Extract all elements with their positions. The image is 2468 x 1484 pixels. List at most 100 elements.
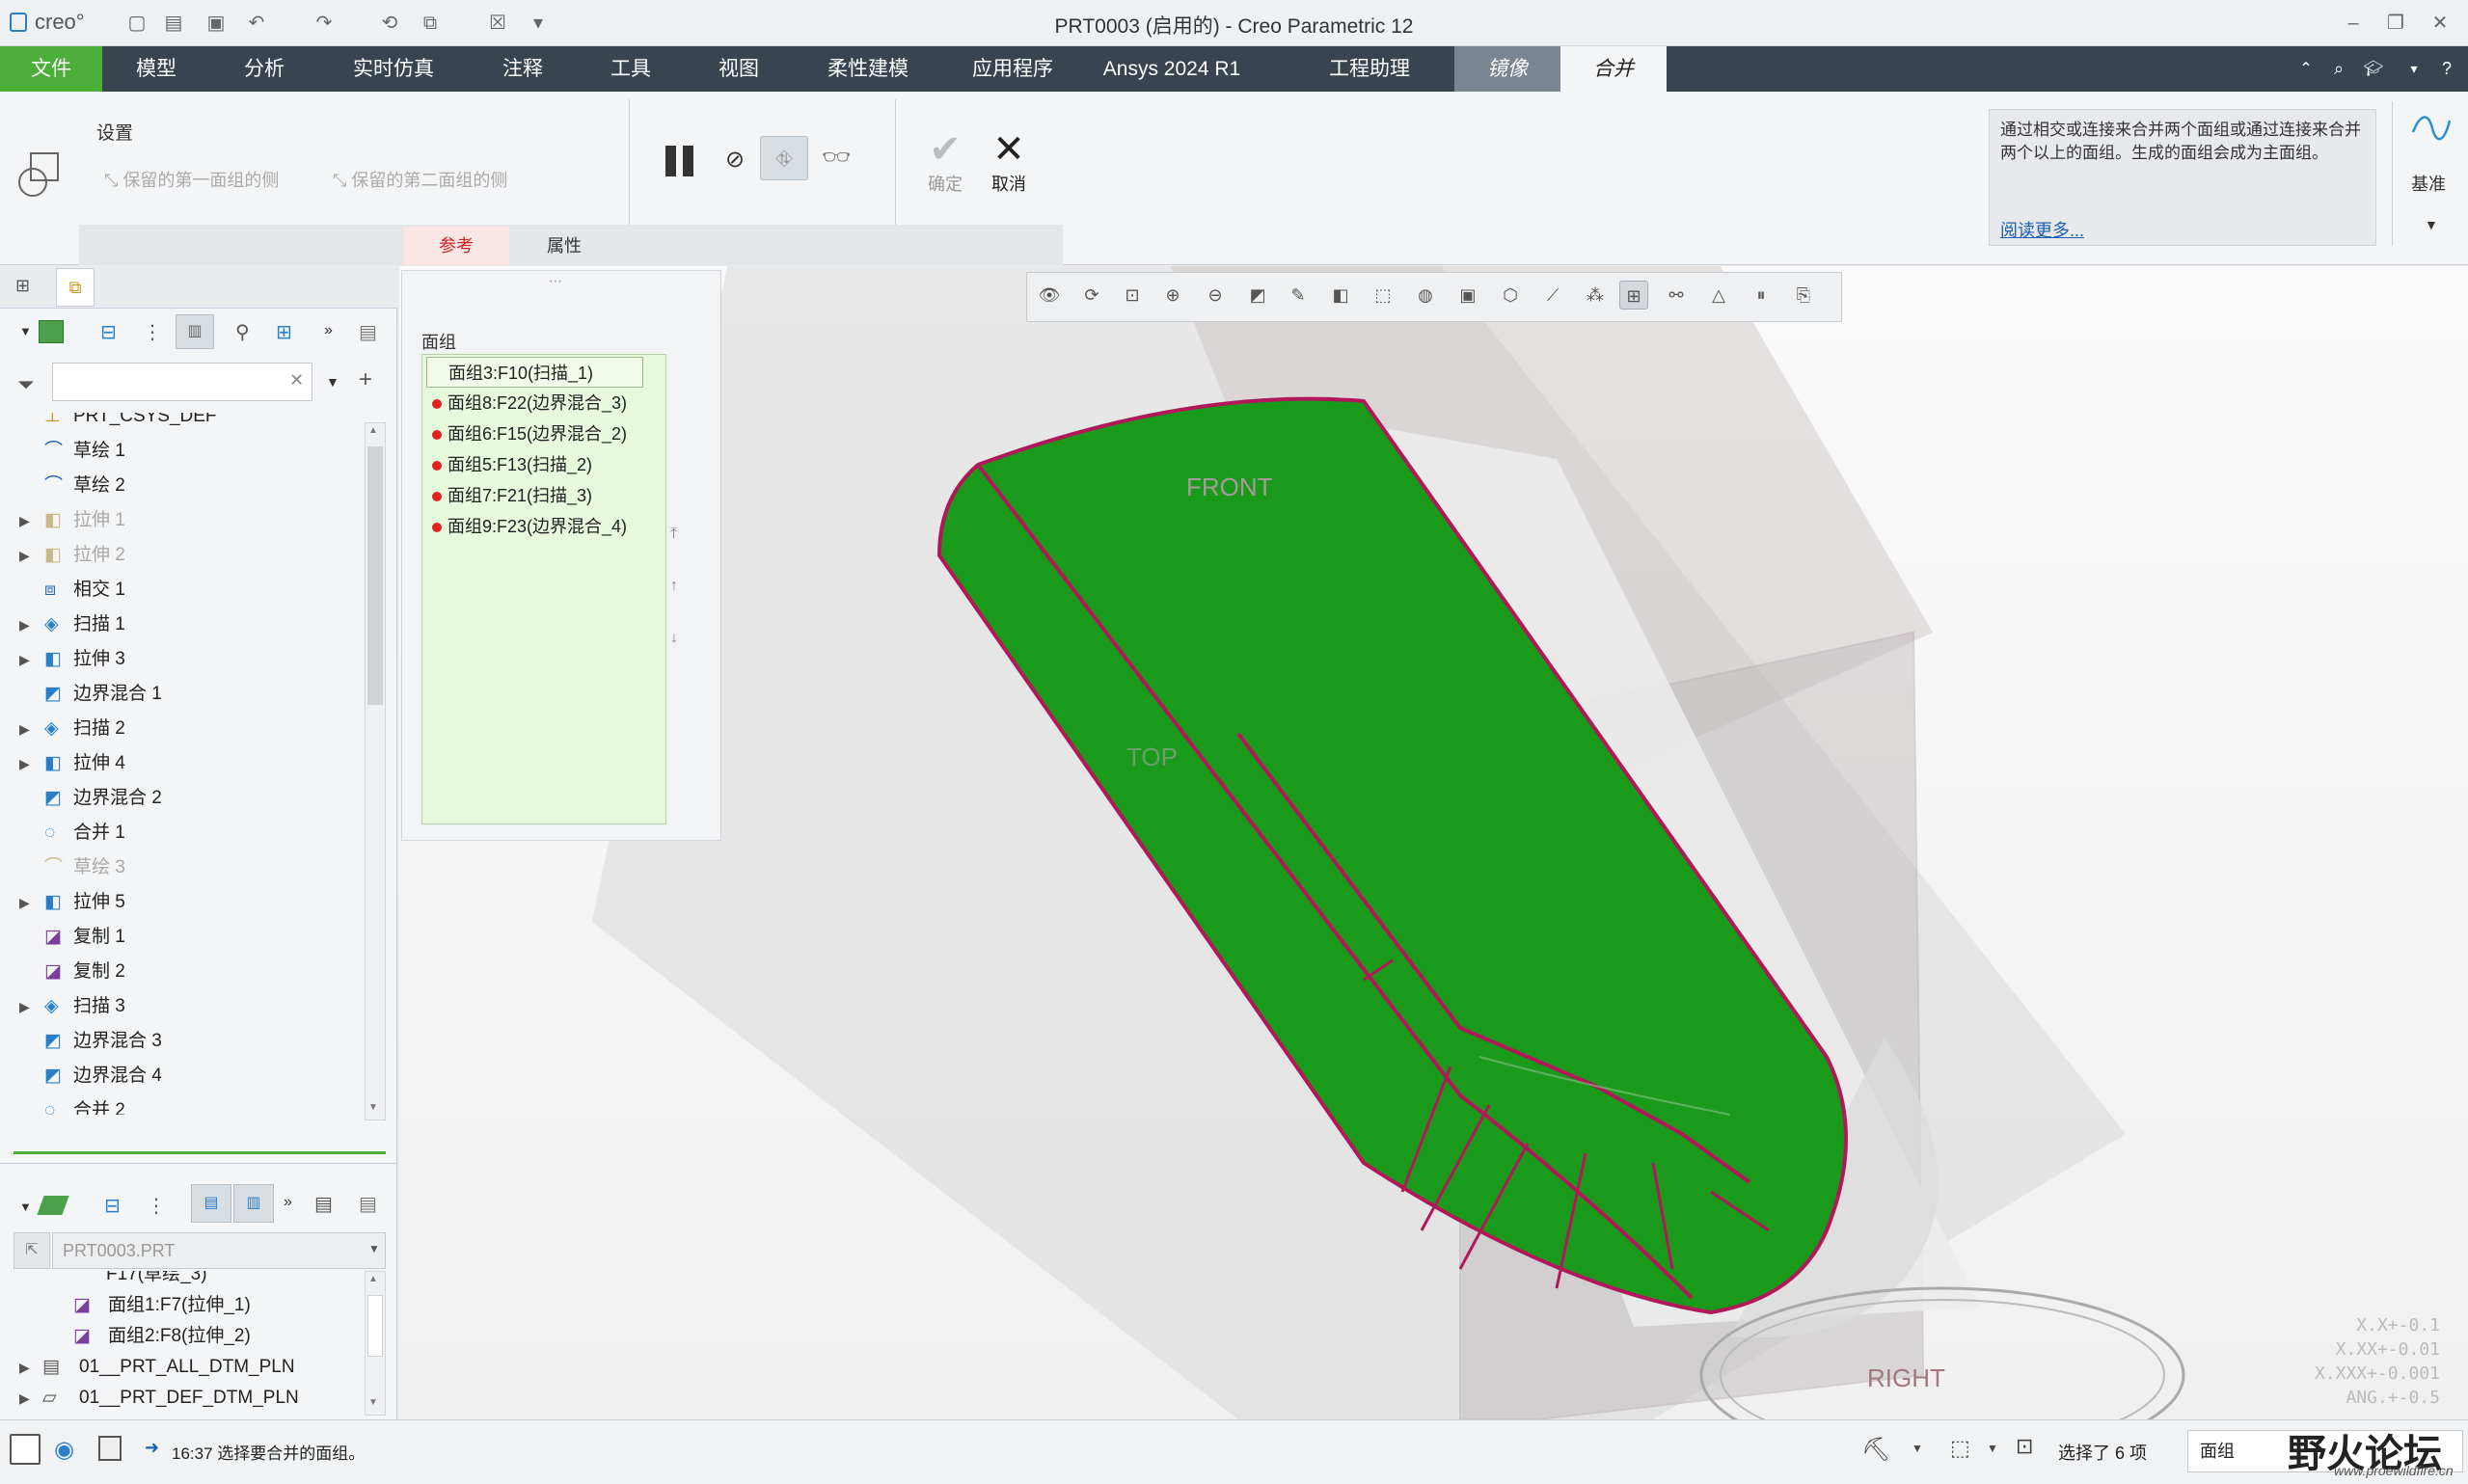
- tree-columns-icon[interactable]: ⋮: [143, 320, 162, 344]
- selected-items-icon[interactable]: ⊡: [2016, 1434, 2033, 1459]
- perspective-icon[interactable]: ◍: [1411, 281, 1440, 310]
- plane-label-right[interactable]: RIGHT: [1867, 1363, 1945, 1393]
- browser-icon[interactable]: ◉: [54, 1436, 74, 1464]
- layer-show-icon[interactable]: ▤: [191, 1184, 231, 1223]
- more-icon[interactable]: »: [324, 322, 333, 339]
- no-preview-icon[interactable]: ⊘: [725, 146, 745, 174]
- keep-first-side-button[interactable]: ⤡ 保留的第一面组的侧: [104, 167, 279, 192]
- geometry-preview-icon[interactable]: ⛗: [760, 136, 808, 180]
- plane-label-top[interactable]: TOP: [1126, 742, 1178, 772]
- cancel-button[interactable]: ✕ 取消: [980, 128, 1038, 196]
- move-down-icon[interactable]: ↓: [670, 630, 678, 647]
- menu-analysis[interactable]: 分析: [218, 46, 311, 92]
- view-manager-icon[interactable]: ⬚: [1369, 281, 1397, 310]
- point-display-icon[interactable]: △: [1704, 281, 1733, 310]
- expand-icon[interactable]: ▶: [19, 989, 30, 1024]
- chevron-down-icon[interactable]: ▼: [1987, 1442, 1998, 1455]
- minimize-icon[interactable]: –: [2342, 12, 2365, 35]
- quilts-collector[interactable]: 面组3:F10(扫描_1) 面组8:F22(边界混合_3) 面组6:F15(边界混合…: [421, 354, 666, 824]
- csys-display-icon[interactable]: ⊞: [1619, 281, 1648, 310]
- insert-indicator[interactable]: [14, 1151, 386, 1154]
- regen-view-icon[interactable]: ⎘: [1789, 281, 1818, 310]
- expand-icon[interactable]: ▶: [19, 607, 30, 642]
- more-icon[interactable]: »: [284, 1194, 292, 1211]
- tree-search-input[interactable]: [52, 363, 312, 401]
- help-icon[interactable]: ?: [2432, 46, 2461, 92]
- refit-icon[interactable]: ⟳: [1077, 281, 1106, 310]
- menu-flexible-modeling[interactable]: 柔性建模: [810, 46, 926, 92]
- section-icon[interactable]: ▣: [1453, 281, 1482, 310]
- search-dropdown-icon[interactable]: ▼: [326, 374, 339, 390]
- settings-doc-icon[interactable]: ▤: [359, 320, 377, 344]
- keep-second-side-button[interactable]: ⤡ 保留的第二面组的侧: [333, 167, 507, 192]
- menu-engineering-assistant[interactable]: 工程助理: [1273, 46, 1466, 92]
- quilt-reference-item[interactable]: 面组9:F23(边界混合_4): [426, 511, 643, 542]
- expand-icon[interactable]: ▶: [19, 885, 30, 920]
- collapse-ribbon-icon[interactable]: ⌃: [2292, 46, 2320, 92]
- plane-display-icon[interactable]: ⟋: [1538, 281, 1567, 310]
- expand-icon[interactable]: ▶: [19, 503, 30, 538]
- quilt-reference-item[interactable]: 面组7:F21(扫描_3): [426, 480, 643, 511]
- layer-scrollbar[interactable]: ▲ ▼: [365, 1271, 386, 1416]
- tree-scrollbar[interactable]: ▲ ▼: [365, 422, 386, 1120]
- add-icon[interactable]: +: [359, 366, 372, 393]
- box-select-icon[interactable]: ⬚: [1950, 1436, 1970, 1461]
- repaint-icon[interactable]: ◩: [1243, 281, 1272, 310]
- select-arrow-icon[interactable]: ⇱: [14, 1232, 50, 1269]
- datum-label[interactable]: 基准: [2411, 171, 2446, 196]
- pause-icon[interactable]: [662, 142, 698, 180]
- cube-icon[interactable]: ⬡: [1496, 281, 1525, 310]
- verify-glasses-icon[interactable]: 👓︎: [822, 144, 851, 172]
- datum-icon[interactable]: [2409, 107, 2452, 149]
- filter-tree-icon[interactable]: ⚲: [235, 320, 250, 344]
- model-select-dropdown[interactable]: PRT0003.PRT: [52, 1232, 386, 1269]
- menu-ansys[interactable]: Ansys 2024 R1: [1099, 46, 1244, 92]
- scrollbar-thumb[interactable]: [367, 1295, 383, 1357]
- scroll-up-icon[interactable]: ▲: [368, 425, 378, 436]
- panel-grip[interactable]: ⋯: [549, 273, 562, 289]
- plane-label-front[interactable]: FRONT: [1186, 472, 1273, 502]
- find-icon[interactable]: ⛏︎: [1861, 1436, 1890, 1464]
- scrollbar-thumb[interactable]: [367, 446, 383, 705]
- model-tree-tab-icon[interactable]: ⊞: [15, 276, 30, 296]
- layer-settings-icon[interactable]: ▤: [359, 1192, 377, 1216]
- close-icon[interactable]: ✕: [2428, 12, 2452, 35]
- search-icon[interactable]: ⌕: [2324, 46, 2353, 92]
- scroll-up-icon[interactable]: ▲: [368, 1274, 378, 1284]
- scroll-down-icon[interactable]: ▼: [368, 1102, 378, 1113]
- menu-live-sim[interactable]: 实时仿真: [338, 46, 449, 92]
- quilt-reference-item[interactable]: 面组3:F10(扫描_1): [426, 357, 643, 388]
- expand-icon[interactable]: ▶: [19, 538, 30, 573]
- expand-icon[interactable]: ▶: [19, 712, 30, 746]
- menu-mirror[interactable]: 镜像: [1454, 46, 1560, 92]
- menu-tools[interactable]: 工具: [584, 46, 677, 92]
- annotation-display-icon[interactable]: ⚯: [1662, 281, 1691, 310]
- selection-count[interactable]: 选择了 6 项: [2058, 1440, 2147, 1465]
- pause-animation-icon[interactable]: ⏸︎: [1747, 281, 1776, 310]
- table-icon[interactable]: ⊞: [276, 320, 292, 344]
- restore-icon[interactable]: ❐: [2384, 12, 2407, 35]
- zoom-out-icon[interactable]: ⊖: [1201, 281, 1230, 310]
- move-top-icon[interactable]: ⤒: [670, 526, 677, 543]
- chevron-down-icon[interactable]: ▼: [19, 324, 32, 338]
- menu-model[interactable]: 模型: [110, 46, 203, 92]
- layer-hide-icon[interactable]: ▥: [233, 1184, 274, 1223]
- zoom-fit-icon[interactable]: ⊡: [1118, 281, 1147, 310]
- quilt-reference-item[interactable]: 面组6:F15(边界混合_2): [426, 418, 643, 449]
- dropdown-icon[interactable]: ▾: [2400, 46, 2428, 92]
- saved-views-icon[interactable]: 👁︎: [1035, 281, 1064, 310]
- chevron-down-icon[interactable]: ▼: [1912, 1442, 1923, 1455]
- graphics-window[interactable]: FRONT TOP RIGHT X.X+-0.1 X.XX+-0.01 X.XX…: [399, 266, 2468, 1419]
- spin-icon[interactable]: ✎: [1284, 281, 1313, 310]
- layer-tree-icon[interactable]: ⊟: [104, 1194, 121, 1218]
- toggle-navigator-icon[interactable]: [10, 1434, 41, 1465]
- folder-browser-tab-icon[interactable]: ⧉: [56, 268, 95, 307]
- menu-view[interactable]: 视图: [692, 46, 785, 92]
- chevron-down-icon[interactable]: ▼: [368, 1242, 380, 1255]
- quilt-reference-item[interactable]: 面组8:F22(边界混合_3): [426, 388, 643, 418]
- menu-applications[interactable]: 应用程序: [955, 46, 1071, 92]
- tab-references[interactable]: 参考: [403, 227, 509, 265]
- axis-display-icon[interactable]: ⁂: [1581, 281, 1610, 310]
- menu-file[interactable]: 文件: [0, 46, 102, 92]
- move-up-icon[interactable]: ↑: [670, 578, 678, 595]
